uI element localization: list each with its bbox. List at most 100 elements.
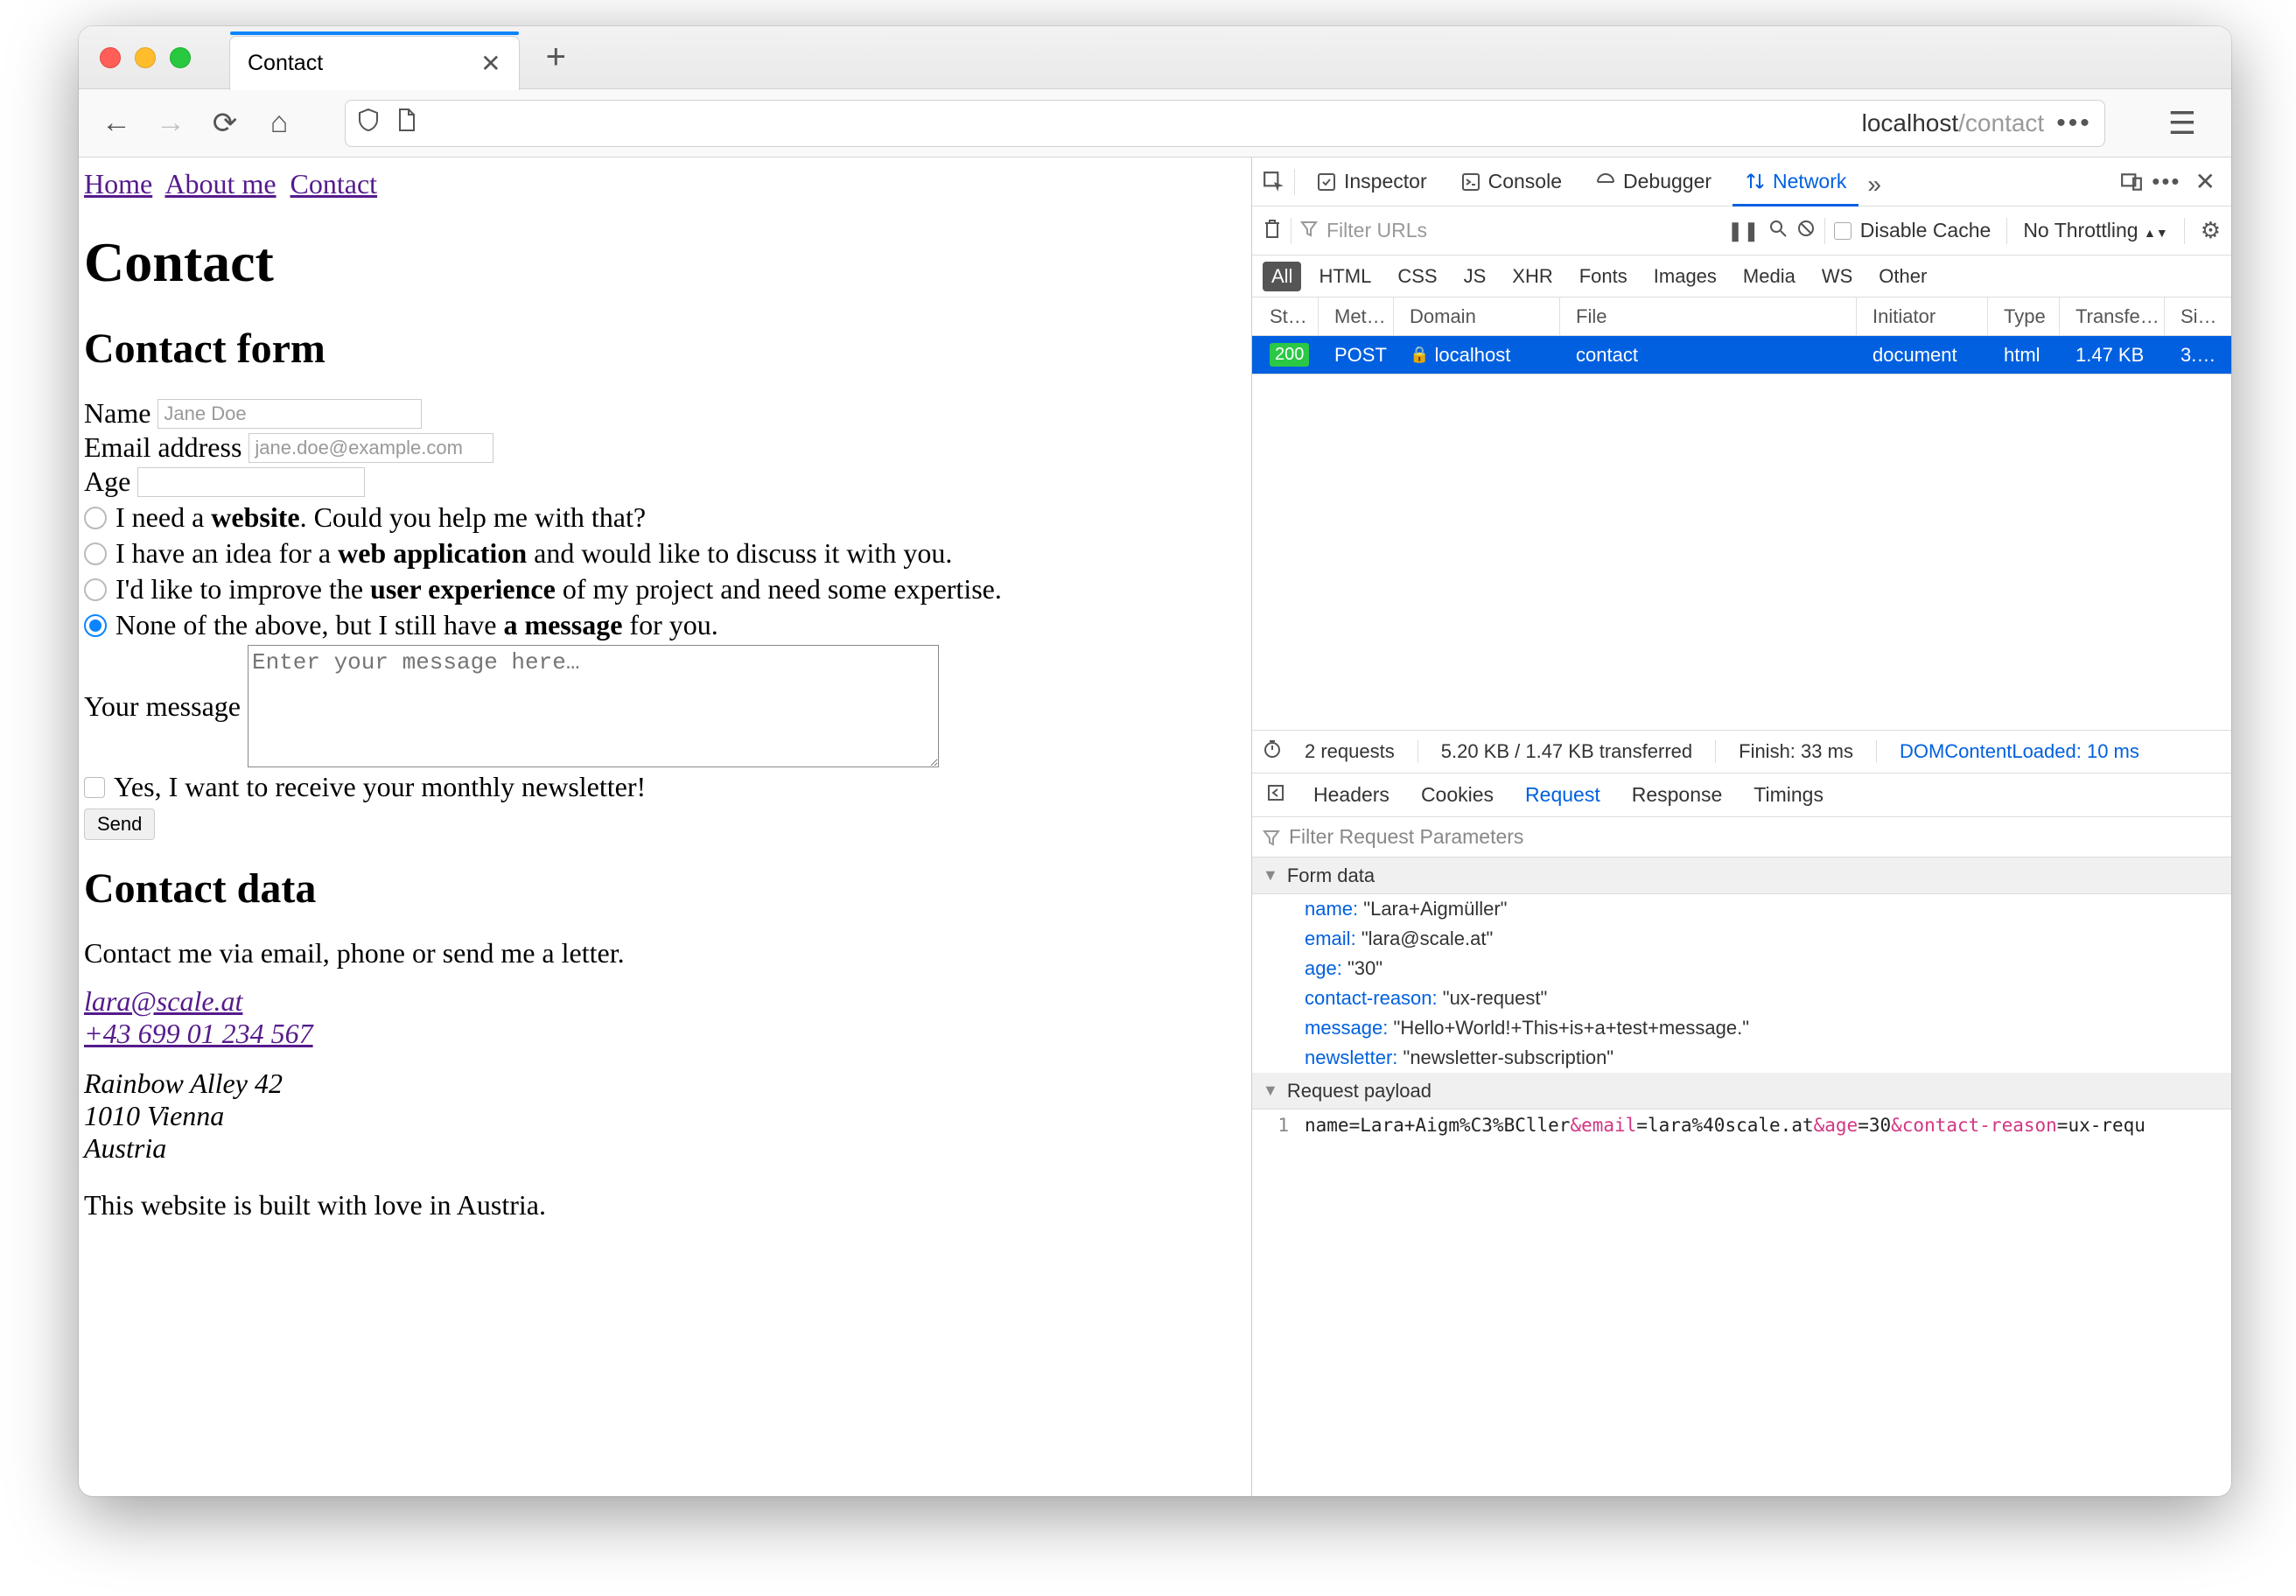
clear-icon[interactable] bbox=[1263, 218, 1282, 244]
message-label: Your message bbox=[84, 690, 241, 723]
filter-request-params[interactable]: Filter Request Parameters bbox=[1252, 817, 2231, 858]
contact-phone-link[interactable]: +43 699 01 234 567 bbox=[84, 1018, 1246, 1050]
radio-webapp[interactable] bbox=[84, 542, 107, 565]
pause-icon[interactable]: ❚❚ bbox=[1727, 220, 1760, 242]
detail-tab-headers[interactable]: Headers bbox=[1310, 783, 1393, 807]
tab-title: Contact bbox=[248, 51, 323, 76]
browser-tab[interactable]: Contact ✕ bbox=[229, 36, 520, 90]
summary-dom: DOMContentLoaded: 10 ms bbox=[1900, 740, 2139, 763]
browser-toolbar: ← → ⟳ ⌂ localhost/contact ••• ☰ bbox=[79, 89, 2231, 158]
col-transfer[interactable]: Transfe… bbox=[2068, 298, 2165, 335]
more-tabs-icon[interactable]: » bbox=[1867, 171, 1881, 193]
form-data-section[interactable]: ▼ Form data bbox=[1252, 858, 2231, 894]
zoom-window-button[interactable] bbox=[170, 47, 191, 68]
filter-url-input[interactable]: Filter URLs bbox=[1326, 219, 1427, 242]
chevron-down-icon: ▼ bbox=[1263, 866, 1278, 885]
row-type: html bbox=[1997, 336, 2060, 374]
col-type[interactable]: Type bbox=[1997, 298, 2060, 335]
filter-other[interactable]: Other bbox=[1870, 262, 1936, 291]
filter-all[interactable]: All bbox=[1263, 262, 1301, 291]
page-info-icon[interactable] bbox=[391, 96, 1850, 150]
page-actions-icon[interactable]: ••• bbox=[2056, 108, 2092, 138]
filter-icon[interactable] bbox=[1300, 219, 1318, 242]
radio-website[interactable] bbox=[84, 507, 107, 529]
minimize-window-button[interactable] bbox=[135, 47, 156, 68]
site-nav: Home About me Contact bbox=[84, 168, 1246, 200]
tab-console[interactable]: Console bbox=[1448, 158, 1574, 206]
nav-home[interactable]: Home bbox=[84, 168, 152, 200]
detail-tab-cookies[interactable]: Cookies bbox=[1418, 783, 1497, 807]
radio-ux-label: I'd like to improve the user experience … bbox=[116, 573, 1002, 606]
devtools-panel: Inspector Console Debugger Network » bbox=[1251, 158, 2231, 1496]
responsive-mode-icon[interactable] bbox=[2120, 171, 2143, 193]
tab-inspector[interactable]: Inspector bbox=[1304, 158, 1439, 206]
network-table-header: St… Met… Domain File Initiator Type Tran… bbox=[1252, 298, 2231, 336]
request-payload-section[interactable]: ▼ Request payload bbox=[1252, 1073, 2231, 1110]
traffic-lights bbox=[79, 47, 212, 68]
filter-js[interactable]: JS bbox=[1455, 262, 1495, 291]
home-button[interactable]: ⌂ bbox=[256, 100, 303, 147]
back-button[interactable]: ← bbox=[93, 100, 140, 147]
timer-icon[interactable] bbox=[1263, 739, 1282, 764]
radio-ux[interactable] bbox=[84, 578, 107, 601]
filter-fonts[interactable]: Fonts bbox=[1571, 262, 1636, 291]
form-kv-newsletter: newsletter: "newsletter-subscription" bbox=[1252, 1043, 2231, 1073]
age-label: Age bbox=[84, 466, 130, 498]
filter-ws[interactable]: WS bbox=[1813, 262, 1861, 291]
col-initiator[interactable]: Initiator bbox=[1866, 298, 1988, 335]
tab-network[interactable]: Network bbox=[1732, 158, 1858, 206]
col-size[interactable]: Si… bbox=[2174, 298, 2221, 335]
newsletter-checkbox[interactable] bbox=[84, 777, 105, 798]
browser-window: Contact ✕ + ← → ⟳ ⌂ localhost/contact ••… bbox=[79, 26, 2231, 1496]
url-text: localhost/contact bbox=[1862, 109, 2045, 137]
search-icon[interactable] bbox=[1768, 219, 1788, 243]
forward-button[interactable]: → bbox=[147, 100, 194, 147]
form-kv-email: email: "lara@scale.at" bbox=[1252, 924, 2231, 954]
reload-button[interactable]: ⟳ bbox=[201, 100, 248, 147]
email-input[interactable] bbox=[248, 433, 494, 463]
page-title: Contact bbox=[84, 230, 1246, 295]
network-request-row[interactable]: 200 POST 🔒 localhost contact document ht… bbox=[1252, 336, 2231, 374]
col-file[interactable]: File bbox=[1569, 298, 1857, 335]
col-status[interactable]: St… bbox=[1263, 298, 1319, 335]
detail-tab-response[interactable]: Response bbox=[1628, 783, 1726, 807]
summary-finish: Finish: 33 ms bbox=[1739, 740, 1853, 763]
close-window-button[interactable] bbox=[100, 47, 121, 68]
payload-text: name=Lara+Aigm%C3%BCller&email=lara%40sc… bbox=[1305, 1115, 2231, 1136]
shield-icon[interactable] bbox=[358, 108, 379, 138]
name-input[interactable] bbox=[158, 399, 422, 429]
throttling-select[interactable]: No Throttling ▲▼ bbox=[2023, 219, 2167, 242]
col-method[interactable]: Met… bbox=[1327, 298, 1394, 335]
devtools-close-icon[interactable]: ✕ bbox=[2190, 167, 2221, 196]
url-bar[interactable]: localhost/contact ••• bbox=[345, 100, 2105, 147]
settings-icon[interactable]: ⚙ bbox=[2201, 217, 2221, 244]
radio-message[interactable] bbox=[84, 614, 107, 637]
pick-element-icon[interactable] bbox=[1263, 171, 1285, 193]
detail-tab-timings[interactable]: Timings bbox=[1750, 783, 1827, 807]
new-tab-button[interactable]: + bbox=[528, 38, 584, 77]
contact-email-link[interactable]: lara@scale.at bbox=[84, 985, 1246, 1018]
row-domain: 🔒 localhost bbox=[1403, 336, 1560, 374]
age-input[interactable] bbox=[137, 467, 365, 497]
tab-debugger[interactable]: Debugger bbox=[1583, 158, 1724, 206]
form-kv-message: message: "Hello+World!+This+is+a+test+me… bbox=[1252, 1013, 2231, 1043]
detail-tab-request[interactable]: Request bbox=[1522, 783, 1604, 807]
filter-images[interactable]: Images bbox=[1645, 262, 1726, 291]
filter-xhr[interactable]: XHR bbox=[1503, 262, 1561, 291]
detail-back-icon[interactable] bbox=[1266, 783, 1285, 808]
row-file: contact bbox=[1569, 336, 1857, 374]
message-textarea[interactable] bbox=[248, 645, 939, 767]
nav-about[interactable]: About me bbox=[164, 168, 276, 200]
disable-cache-checkbox[interactable] bbox=[1834, 222, 1852, 240]
close-tab-icon[interactable]: ✕ bbox=[480, 49, 500, 78]
filter-media[interactable]: Media bbox=[1734, 262, 1804, 291]
nav-contact[interactable]: Contact bbox=[290, 168, 378, 200]
menu-button[interactable]: ☰ bbox=[2147, 105, 2217, 142]
summary-requests: 2 requests bbox=[1305, 740, 1395, 763]
filter-html[interactable]: HTML bbox=[1310, 262, 1380, 291]
devtools-menu-icon[interactable]: ••• bbox=[2152, 168, 2180, 195]
col-domain[interactable]: Domain bbox=[1403, 298, 1560, 335]
send-button[interactable]: Send bbox=[84, 808, 155, 840]
filter-css[interactable]: CSS bbox=[1389, 262, 1446, 291]
block-icon[interactable] bbox=[1796, 219, 1816, 243]
